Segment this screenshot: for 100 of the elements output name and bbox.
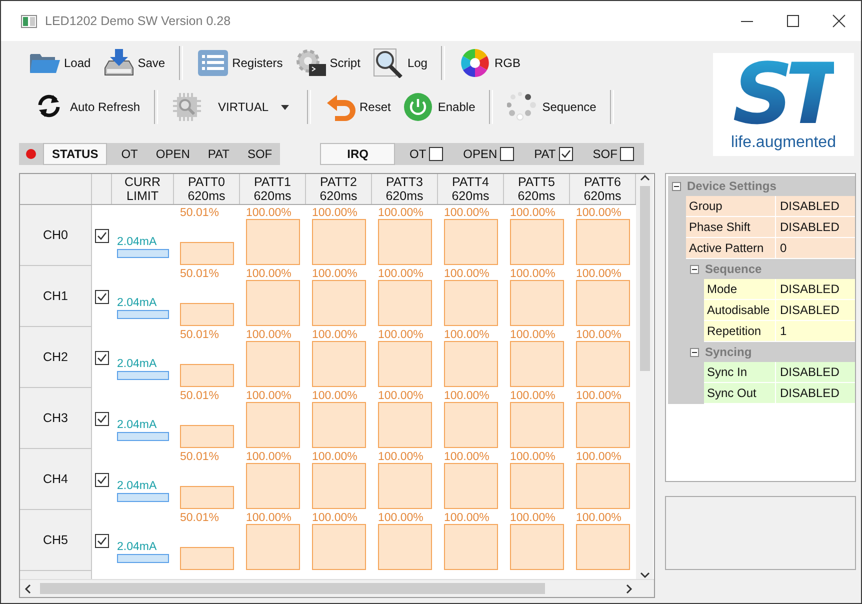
collapse-icon[interactable] [690, 348, 699, 356]
pattern-value: 100.00% [444, 451, 490, 463]
irq-button[interactable]: IRQ [320, 143, 396, 165]
pattern-duty-bar[interactable] [180, 486, 234, 509]
pattern-duty-bar[interactable] [444, 341, 498, 387]
pattern-duty-bar[interactable] [378, 341, 432, 387]
pattern-duty-bar[interactable] [180, 303, 234, 326]
pattern-duty-bar[interactable] [576, 463, 630, 509]
pattern-duty-bar[interactable] [246, 280, 300, 326]
toolbar-button[interactable]: Load [25, 46, 95, 80]
property-value[interactable]: 0 [776, 238, 855, 258]
checkbox[interactable] [620, 147, 634, 161]
channel-checkbox[interactable] [95, 228, 109, 242]
pattern-duty-bar[interactable] [444, 524, 498, 570]
property-value[interactable]: 1 [776, 321, 855, 341]
column-header: PATT5 620ms [504, 174, 570, 204]
toolbar-button[interactable]: Save [98, 46, 170, 80]
pattern-duty-bar[interactable] [510, 341, 564, 387]
pattern-value: 100.00% [510, 390, 556, 402]
toolbar-button[interactable]: Reset [320, 90, 395, 124]
pattern-duty-bar[interactable] [576, 219, 630, 265]
property-value[interactable]: DISABLED [776, 300, 855, 320]
channel-checkbox[interactable] [95, 350, 109, 364]
scrollbar-thumb[interactable] [640, 186, 650, 371]
pattern-value: 100.00% [312, 207, 358, 219]
pattern-duty-bar[interactable] [378, 463, 432, 509]
property-value[interactable]: DISABLED [776, 383, 855, 403]
pattern-duty-bar[interactable] [378, 280, 432, 326]
scroll-down-icon[interactable] [640, 571, 650, 579]
pattern-duty-bar[interactable] [444, 280, 498, 326]
pattern-duty-bar[interactable] [510, 280, 564, 326]
channel-checkbox[interactable] [95, 472, 109, 486]
current-limit-value: 2.04mA [117, 540, 158, 554]
pattern-duty-bar[interactable] [180, 425, 234, 448]
maximize-icon[interactable] [785, 13, 801, 29]
pattern-duty-bar[interactable] [378, 524, 432, 570]
pattern-duty-bar[interactable] [312, 524, 366, 570]
pattern-duty-bar[interactable] [378, 402, 432, 448]
pattern-value: 100.00% [312, 451, 358, 463]
pattern-duty-bar[interactable] [180, 242, 234, 265]
device-dropdown[interactable]: VIRTUAL [210, 98, 297, 116]
pattern-duty-bar[interactable] [510, 524, 564, 570]
checkbox[interactable] [429, 147, 444, 161]
close-icon[interactable] [831, 13, 847, 29]
pattern-duty-bar[interactable] [180, 547, 234, 570]
row-header: CH3 [20, 388, 92, 449]
pattern-duty-bar[interactable] [510, 402, 564, 448]
pattern-value: 100.00% [378, 451, 424, 463]
pattern-duty-bar[interactable] [180, 364, 234, 387]
property-value[interactable]: DISABLED [776, 217, 855, 237]
pattern-duty-bar[interactable] [312, 402, 366, 448]
checkbox[interactable] [558, 147, 573, 161]
status-button[interactable]: STATUS [43, 143, 108, 165]
scrollbar-thumb[interactable] [40, 583, 545, 594]
pattern-duty-bar[interactable] [576, 402, 630, 448]
pattern-duty-bar[interactable] [246, 463, 300, 509]
pattern-duty-bar[interactable] [246, 341, 300, 387]
pattern-duty-bar[interactable] [444, 402, 498, 448]
pattern-duty-bar[interactable] [312, 219, 366, 265]
logo-tagline: life.augmented [731, 133, 836, 153]
pattern-duty-bar[interactable] [378, 219, 432, 265]
pattern-duty-bar[interactable] [312, 341, 366, 387]
collapse-icon[interactable] [690, 264, 699, 274]
toolbar-button[interactable]: Sequence [503, 90, 600, 124]
current-limit-bar[interactable] [117, 371, 169, 380]
channel-checkbox[interactable] [95, 534, 109, 548]
pattern-duty-bar[interactable] [246, 524, 300, 570]
toolbar-button[interactable]: Enable [398, 90, 480, 124]
irq-flag-label: OPEN [463, 147, 498, 161]
pattern-duty-bar[interactable] [510, 463, 564, 509]
pattern-duty-bar[interactable] [576, 524, 630, 570]
column-header: PATT2 620ms [306, 174, 372, 204]
pattern-duty-bar[interactable] [312, 280, 366, 326]
current-limit-bar[interactable] [117, 493, 169, 502]
pattern-duty-bar[interactable] [312, 463, 366, 509]
pattern-duty-bar[interactable] [444, 219, 498, 265]
channel-checkbox[interactable] [95, 290, 109, 304]
current-limit-bar[interactable] [117, 554, 169, 563]
toolbar-button[interactable]: Auto Refresh [31, 90, 144, 124]
toolbar-button[interactable]: Script [290, 46, 364, 80]
pattern-duty-bar[interactable] [246, 402, 300, 448]
toolbar-button[interactable]: RGB [455, 46, 524, 80]
pattern-duty-bar[interactable] [246, 219, 300, 265]
pattern-duty-bar[interactable] [576, 341, 630, 387]
checkbox[interactable] [500, 147, 514, 161]
current-limit-bar[interactable] [117, 310, 169, 319]
toolbar-button[interactable]: Log [368, 46, 432, 80]
toolbar-button[interactable]: Registers [193, 46, 287, 80]
current-limit-bar[interactable] [117, 249, 169, 258]
pattern-duty-bar[interactable] [510, 219, 564, 265]
property-value[interactable]: DISABLED [776, 362, 855, 382]
pattern-duty-bar[interactable] [576, 280, 630, 326]
pattern-duty-bar[interactable] [444, 463, 498, 509]
current-limit-bar[interactable] [117, 432, 169, 441]
channel-checkbox[interactable] [95, 412, 109, 426]
collapse-icon[interactable] [672, 182, 681, 190]
property-value[interactable]: DISABLED [776, 279, 855, 299]
scroll-up-icon[interactable] [640, 174, 650, 182]
pattern-value: 100.00% [510, 268, 556, 280]
property-value[interactable]: DISABLED [776, 196, 855, 216]
